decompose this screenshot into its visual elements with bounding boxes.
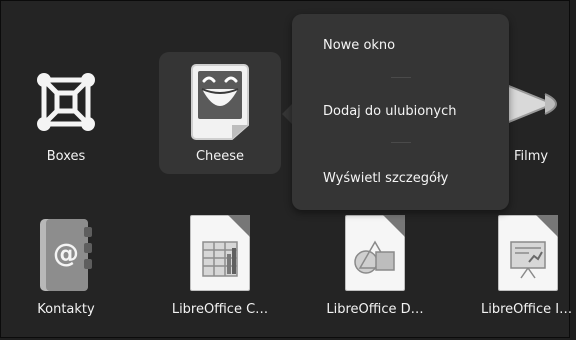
app-tile-libreoffice-impress[interactable]: LibreOffice I… bbox=[471, 205, 573, 327]
app-label-libreoffice-impress: LibreOffice I… bbox=[481, 302, 573, 317]
menu-separator bbox=[391, 142, 411, 143]
app-tile-cheese[interactable]: Cheese bbox=[159, 52, 281, 174]
app-label-libreoffice-calc: LibreOffice C… bbox=[171, 302, 269, 317]
app-tile-libreoffice-calc[interactable]: LibreOffice C… bbox=[159, 205, 281, 327]
app-context-menu: Nowe okno Dodaj do ulubionych Wyświetl s… bbox=[292, 14, 509, 210]
app-tile-boxes[interactable]: Boxes bbox=[5, 52, 127, 174]
app-label-libreoffice-draw: LibreOffice D… bbox=[326, 302, 424, 317]
menu-separator bbox=[391, 77, 411, 78]
menu-item-show-details[interactable]: Wyświetl szczegóły bbox=[292, 159, 509, 199]
menu-item-add-to-favorites[interactable]: Dodaj do ulubionych bbox=[292, 92, 509, 132]
app-tile-kontakty[interactable]: @ Kontakty bbox=[5, 205, 127, 327]
svg-text:@: @ bbox=[53, 239, 79, 269]
libreoffice-impress-icon bbox=[498, 215, 558, 291]
contacts-app-icon: @ bbox=[40, 219, 92, 291]
libreoffice-calc-icon bbox=[190, 215, 250, 291]
app-tile-libreoffice-draw[interactable]: LibreOffice D… bbox=[314, 205, 436, 327]
boxes-app-icon bbox=[37, 73, 95, 131]
app-label-boxes: Boxes bbox=[46, 149, 86, 164]
libreoffice-draw-icon bbox=[345, 215, 405, 291]
app-label-cheese: Cheese bbox=[195, 149, 245, 164]
app-label-kontakty: Kontakty bbox=[37, 302, 95, 317]
menu-item-new-window[interactable]: Nowe okno bbox=[292, 26, 509, 66]
cheese-app-icon bbox=[191, 64, 249, 140]
